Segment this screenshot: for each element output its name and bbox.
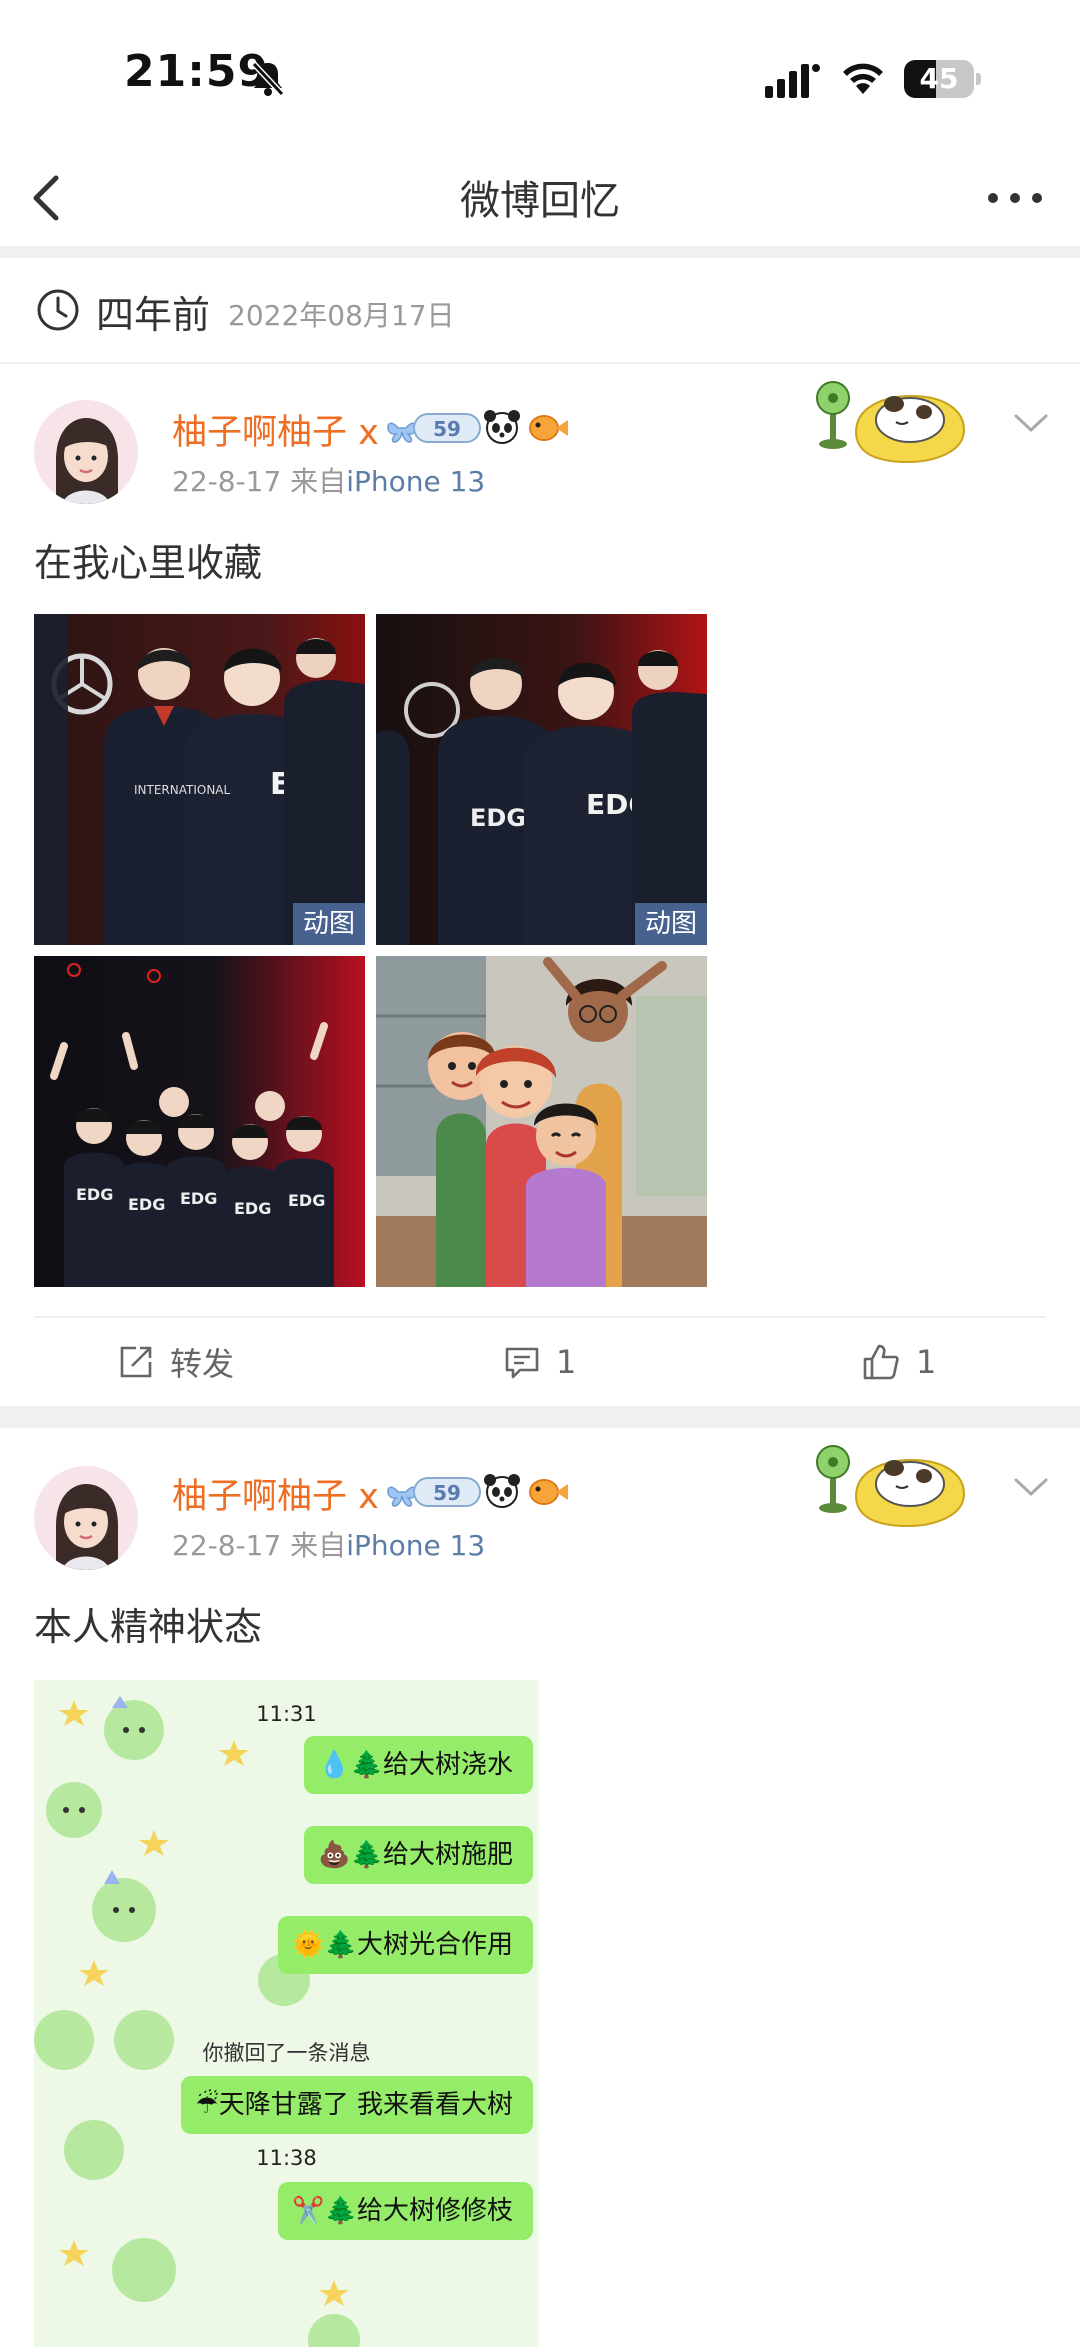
divider [34,1316,1046,1318]
chat-message: 💧🌲给大树浇水 [304,1736,533,1794]
user-badges: 59 [384,1470,574,1514]
post-card: 柚子啊柚子 x 59 22-8-17 来自iPhone 13 [0,364,1080,1404]
panda-icon [484,1474,520,1508]
fish-icon [529,415,568,441]
post-meta: 22-8-17 来自iPhone 13 [172,1529,486,1562]
bell-off-icon [251,61,285,97]
page-title: 微博回忆 [460,178,620,224]
avatar[interactable] [34,1466,138,1570]
post-image[interactable]: 11:31 💧🌲给大树浇水 💩🌲给大树施肥 🌞🌲大树光合作用 你撤回了一条消息 … [34,1680,539,2347]
svg-text:EDG: EDG [76,1185,113,1204]
cellular-signal-icon [765,64,820,98]
memory-date: 2022年08月17日 [228,299,455,332]
post-meta: 22-8-17 来自iPhone 13 [172,465,486,498]
status-bar: 21:59 45 [0,0,1080,150]
post-image[interactable]: EDG EDG 动图 [376,614,707,945]
like-button[interactable]: 1 [862,1320,936,1404]
device-link[interactable]: iPhone 13 [346,1529,485,1562]
comment-icon [505,1347,539,1379]
username[interactable]: 柚子啊柚子 x [172,404,379,455]
post-image[interactable] [376,956,707,1287]
svg-text:EDG: EDG [128,1195,165,1214]
battery-level: 45 [919,62,959,95]
like-count: 1 [916,1343,937,1381]
memory-header: 四年前 2022年08月17日 [0,258,1080,362]
chevron-down-icon[interactable] [1010,1472,1052,1502]
repost-button[interactable]: 转发 [118,1320,234,1404]
butterfly-icon [387,422,417,443]
svg-text:EDG: EDG [470,804,526,832]
post-text: 本人精神状态 [34,1605,263,1649]
chat-timestamp: 11:38 [256,2146,317,2170]
repost-label: 转发 [170,1345,235,1383]
memory-label: 四年前 [96,293,211,337]
svg-text:EDG: EDG [288,1191,325,1210]
comment-button[interactable]: 1 [504,1320,576,1404]
gif-tag: 动图 [635,903,707,945]
post-separator [0,1406,1080,1428]
battery-indicator: 45 [904,60,982,98]
chat-message: 🌞🌲大树光合作用 [278,1916,533,1974]
user-badges: 59 [384,406,574,450]
wifi-icon [843,63,883,94]
device-link[interactable]: iPhone 13 [346,465,485,498]
action-bar: 转发 1 1 [0,1320,1080,1404]
thumbs-up-icon [863,1344,899,1380]
svg-text:EDG: EDG [234,1199,271,1218]
svg-text:INTERNATIONAL: INTERNATIONAL [134,783,231,797]
chat-message: 💩🌲给大树施肥 [304,1826,533,1884]
username[interactable]: 柚子啊柚子 x [172,1468,379,1519]
nav-bar: 微博回忆 [0,150,1080,246]
chevron-down-icon[interactable] [1010,408,1052,438]
gif-tag: 动图 [293,903,365,945]
level-badge: 59 [433,1481,461,1505]
panda-icon [484,410,520,444]
nav-separator [0,246,1080,258]
svg-text:EDG: EDG [180,1189,217,1208]
chat-timestamp: 11:31 [256,1702,317,1726]
fish-icon [529,1479,568,1505]
card-sticker-icon [816,1445,966,1528]
level-badge: 59 [433,417,461,441]
clock-icon [37,289,79,331]
repost-icon [120,1346,152,1378]
post-text: 在我心里收藏 [34,541,263,585]
card-sticker-icon [816,381,966,464]
chat-message: ✂️🌲给大树修修枝 [278,2182,533,2240]
butterfly-icon [387,1486,417,1507]
post-image[interactable]: EDG INTERNATIONAL 动图 [34,614,365,945]
post-image[interactable]: EDG EDG EDG EDG EDG [34,956,365,1287]
chat-message: ☔天降甘露了 我来看看大树 [181,2076,533,2134]
more-options-button[interactable] [980,172,1050,224]
avatar[interactable] [34,400,138,504]
comment-count: 1 [556,1343,577,1381]
chat-recall-notice: 你撤回了一条消息 [202,2041,371,2065]
